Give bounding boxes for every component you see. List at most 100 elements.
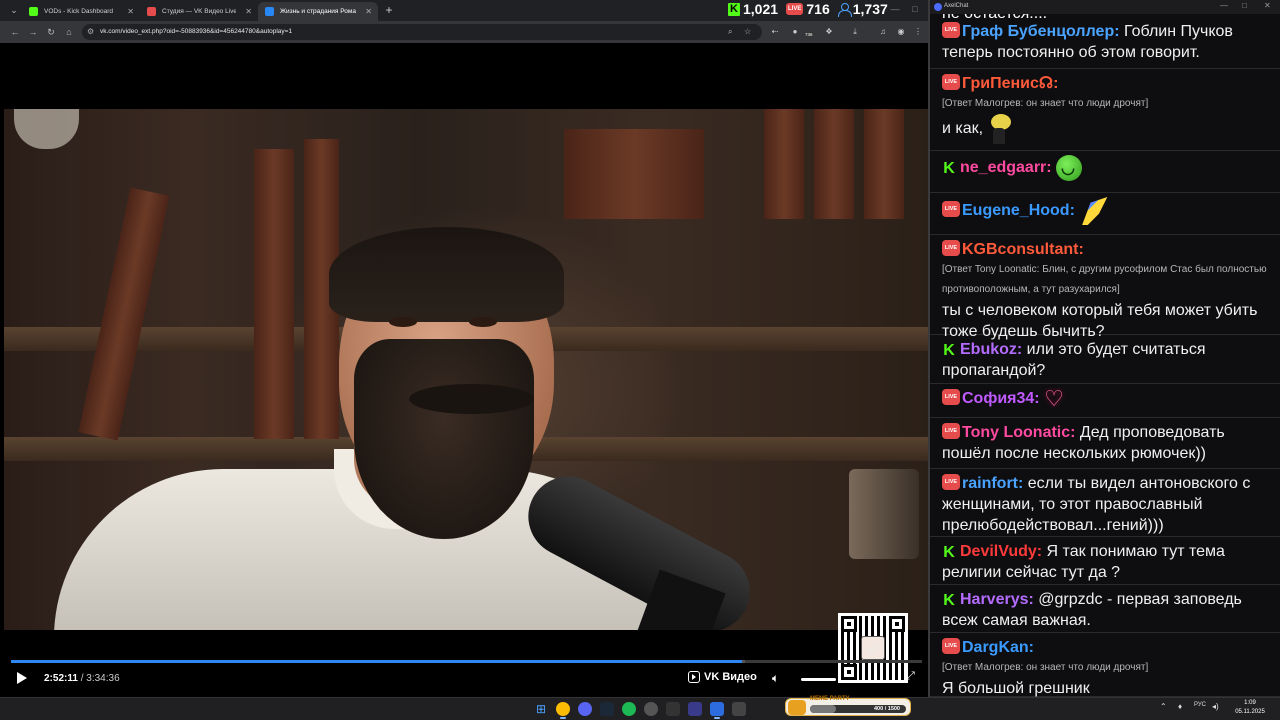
home-icon[interactable]: ⌂ bbox=[62, 24, 76, 40]
chat-message: Kne_edgaarr: bbox=[930, 152, 1280, 193]
vk-live-platform-icon bbox=[942, 474, 960, 490]
chat-message: K Ebukoz: или это будет считаться пропага… bbox=[930, 336, 1280, 384]
obs-icon[interactable] bbox=[644, 702, 658, 716]
vk-video-icon bbox=[688, 671, 700, 683]
username[interactable]: Eugene_Hood: bbox=[962, 202, 1075, 219]
volume-slider[interactable] bbox=[801, 678, 836, 681]
flag-emote-icon bbox=[1082, 197, 1108, 225]
cup bbox=[849, 469, 919, 559]
system-clock[interactable]: 1:09 05.11.2025 bbox=[1225, 699, 1275, 717]
url-bar[interactable]: ⚙ vk.com/video_ext.php?oid=-50883936&id=… bbox=[82, 24, 762, 40]
bookmark-star-icon[interactable]: ☆ bbox=[744, 24, 751, 40]
back-icon[interactable]: ← bbox=[8, 24, 22, 40]
close-tab-icon[interactable]: ✕ bbox=[245, 2, 252, 21]
tray-chevron-icon[interactable]: ⌃ bbox=[1160, 702, 1167, 711]
app-icon[interactable] bbox=[710, 702, 724, 716]
profile-icon[interactable]: ◉ bbox=[894, 25, 908, 39]
meme-party-widget: MEME PARTY 400 / 1500 bbox=[785, 696, 911, 716]
message-header: София34: ♡ bbox=[942, 388, 1064, 410]
username[interactable]: София34: bbox=[962, 390, 1040, 407]
minimize-icon[interactable]: — bbox=[888, 2, 902, 16]
qr-face-icon: ☺ bbox=[861, 636, 885, 660]
media-control-icon[interactable]: ♫ bbox=[876, 25, 890, 39]
chat-message-list[interactable]: не остается.... Граф Бубенцоллер: Гоблин… bbox=[930, 14, 1280, 697]
reply-quote: [Ответ Tony Loonatic: Блин, с другим рус… bbox=[942, 264, 1267, 295]
tab-search-icon[interactable]: ⌄ bbox=[6, 3, 22, 18]
app-icon[interactable] bbox=[688, 702, 702, 716]
start-icon[interactable]: ⊞ bbox=[534, 702, 548, 716]
tab-vk-studio[interactable]: Студия — VK Видео Live ✕ bbox=[140, 2, 258, 21]
app-icon[interactable] bbox=[732, 702, 746, 716]
close-tab-icon[interactable]: ✕ bbox=[365, 2, 372, 21]
chat-message: KGBconsultant: [Ответ Tony Loonatic: Блин… bbox=[930, 236, 1280, 340]
menu-icon[interactable]: ⋮ bbox=[911, 25, 925, 39]
tray-app-icon[interactable]: ♦ bbox=[1178, 702, 1182, 711]
vk-viewers-stat: LIVE 716 bbox=[786, 1, 830, 17]
puzzle-extension-icon[interactable]: ❖ bbox=[822, 25, 836, 39]
total-viewers-stat: 1,737 bbox=[837, 1, 888, 17]
message-body bbox=[1056, 155, 1083, 181]
tab-kick-dashboard[interactable]: VODs - Kick Dashboard ✕ bbox=[22, 2, 140, 21]
vk-live-platform-icon bbox=[942, 389, 960, 406]
username[interactable]: ne_edgaarr: bbox=[960, 159, 1052, 176]
app-icon[interactable] bbox=[666, 702, 680, 716]
close-tab-icon[interactable]: ✕ bbox=[127, 2, 134, 21]
volume-tray-icon[interactable]: ◂) bbox=[1212, 702, 1219, 711]
username[interactable]: Ebukoz: bbox=[960, 341, 1022, 358]
seek-bar[interactable] bbox=[11, 660, 922, 663]
video-frame[interactable] bbox=[4, 109, 928, 630]
chat-message: K Harverys: @grpzdc - первая заповедь все… bbox=[930, 586, 1280, 633]
message-text: ты с человеком который тебя может убить … bbox=[942, 302, 1258, 340]
vk-live-favicon-icon bbox=[147, 7, 156, 16]
url-text[interactable]: vk.com/video_ext.php?oid=-50883936&id=45… bbox=[100, 24, 292, 40]
vk-video-logo[interactable]: VK Видео bbox=[688, 671, 757, 683]
username[interactable]: Harverys: bbox=[960, 591, 1034, 608]
kick-platform-icon: K bbox=[942, 342, 956, 359]
reload-icon[interactable]: ↻ bbox=[44, 24, 58, 40]
forward-icon[interactable]: → bbox=[26, 24, 40, 40]
time-display: 2:52:11 / 3:34:36 bbox=[44, 673, 120, 684]
vk-viewers-count: 716 bbox=[806, 1, 830, 17]
active-indicator bbox=[560, 717, 566, 719]
active-indicator bbox=[714, 717, 720, 719]
close-icon[interactable]: ✕ bbox=[1264, 1, 1271, 10]
maximize-icon[interactable]: □ bbox=[1242, 1, 1247, 10]
username[interactable]: DargKan: bbox=[962, 639, 1034, 656]
site-info-icon[interactable]: ⚙ bbox=[87, 24, 94, 40]
back-arrow-extension-icon[interactable]: ⇠ bbox=[768, 25, 782, 39]
username[interactable]: Tony Loonatic: bbox=[962, 424, 1075, 441]
maximize-icon[interactable]: □ bbox=[908, 2, 922, 16]
new-tab-button[interactable]: + bbox=[382, 2, 396, 19]
chat-message: rainfort: если ты видел антоновского с ж… bbox=[930, 470, 1280, 537]
chat-message: Граф Бубенцоллер: Гоблин Пучков теперь п… bbox=[930, 18, 1280, 69]
extension-icon[interactable]: ● bbox=[788, 25, 802, 39]
volume-icon[interactable]: 🔈︎ bbox=[772, 671, 779, 686]
fullscreen-icon[interactable]: ⤢ bbox=[906, 670, 915, 683]
play-icon[interactable] bbox=[17, 672, 27, 684]
username[interactable]: rainfort: bbox=[962, 475, 1023, 492]
clock-time: 1:09 bbox=[1244, 700, 1256, 706]
message-header: Kne_edgaarr: bbox=[942, 155, 1083, 181]
message-header: K DevilVudy: Я так понимаю тут тема религ… bbox=[942, 543, 1225, 581]
vk-live-platform-icon bbox=[942, 638, 960, 654]
vk-live-platform-icon bbox=[942, 22, 960, 38]
chrome-icon[interactable] bbox=[556, 702, 570, 716]
username[interactable]: KGBconsultant: bbox=[962, 241, 1084, 258]
username[interactable]: DevilVudy: bbox=[960, 543, 1042, 560]
language-indicator[interactable]: РУС bbox=[1194, 702, 1206, 708]
minimize-icon[interactable]: — bbox=[1220, 1, 1228, 10]
discord-icon[interactable] bbox=[578, 702, 592, 716]
kick-logo-icon: K bbox=[728, 2, 740, 16]
steam-icon[interactable] bbox=[600, 702, 614, 716]
viewer-stats: K 1,021 LIVE 716 1,737 bbox=[728, 0, 888, 18]
chat-window-title: AxelChat bbox=[944, 3, 969, 9]
chat-message: K DevilVudy: Я так понимаю тут тема религ… bbox=[930, 538, 1280, 585]
username[interactable]: Граф Бубенцоллер: bbox=[962, 23, 1120, 40]
zoom-icon[interactable]: ⌕ bbox=[728, 24, 732, 40]
download-icon[interactable]: ⤓ bbox=[848, 25, 862, 39]
chat-message: Tony Loonatic: Дед проповедовать пошёл п… bbox=[930, 419, 1280, 469]
spotify-icon[interactable] bbox=[622, 702, 636, 716]
username[interactable]: ГриПенис☊: bbox=[962, 75, 1058, 92]
chat-message: ГриПенис☊: [Ответ Малогрев: он знает что … bbox=[930, 70, 1280, 151]
tab-video[interactable]: Жизнь и страдания Романа А ✕ bbox=[258, 2, 378, 21]
